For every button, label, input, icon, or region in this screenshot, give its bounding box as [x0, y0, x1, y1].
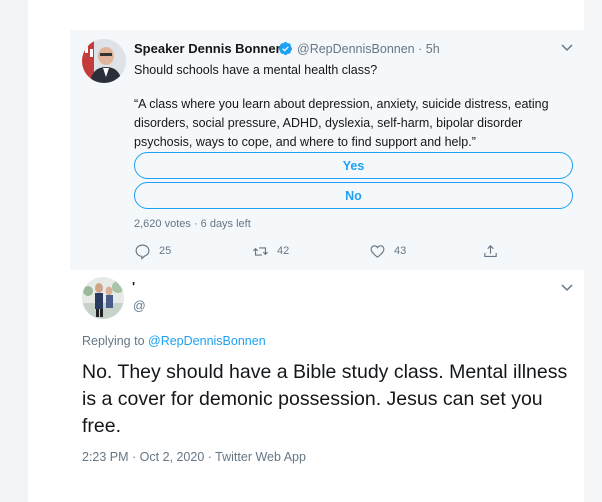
author-handle[interactable]: @RepDennisBonnen	[297, 42, 415, 56]
tweet-time[interactable]: 5h	[426, 42, 440, 56]
verified-badge-icon	[278, 41, 293, 56]
poll-option-yes[interactable]: Yes	[134, 152, 573, 179]
chevron-down-icon[interactable]	[560, 283, 574, 293]
reply-author-avatar[interactable]	[82, 277, 124, 319]
reply-icon	[135, 244, 150, 260]
retweet-button[interactable]: 42	[252, 242, 289, 260]
like-icon	[370, 244, 385, 258]
share-button[interactable]	[482, 242, 499, 260]
dot-separator: ·	[418, 42, 423, 56]
reply-tweet-text: No. They should have a Bible study class…	[82, 361, 568, 437]
author-name[interactable]: Speaker Dennis Bonnen	[134, 41, 284, 56]
like-button[interactable]: 43	[369, 242, 406, 260]
poll-question: Should schools have a mental health clas…	[134, 63, 378, 77]
left-page-gutter	[0, 0, 28, 502]
chevron-down-icon[interactable]	[560, 43, 574, 53]
poll-description: “A class where you learn about depressio…	[134, 97, 549, 149]
replying-prefix: Replying to	[82, 334, 149, 348]
reply-timestamp-meta[interactable]: 2:23 PM · Oct 2, 2020 · Twitter Web App	[82, 450, 306, 464]
replying-to-link[interactable]: @RepDennisBonnen	[148, 334, 266, 348]
replying-to-line: Replying to @RepDennisBonnen	[82, 334, 266, 348]
reply-author-name[interactable]: '	[132, 279, 135, 294]
retweet-icon	[253, 246, 268, 256]
like-count: 43	[394, 245, 407, 257]
reply-author-handle[interactable]: @	[133, 299, 146, 313]
author-avatar[interactable]	[82, 39, 126, 83]
reply-count: 25	[159, 245, 172, 257]
retweet-count: 42	[277, 245, 290, 257]
poll-option-no[interactable]: No	[134, 182, 573, 209]
author-handle-time: @RepDennisBonnen · 5h	[297, 42, 440, 56]
reply-button[interactable]: 25	[134, 242, 171, 260]
share-icon	[484, 244, 497, 257]
poll-vote-count: 2,620 votes · 6 days left	[134, 218, 251, 230]
right-page-gutter	[584, 0, 602, 502]
